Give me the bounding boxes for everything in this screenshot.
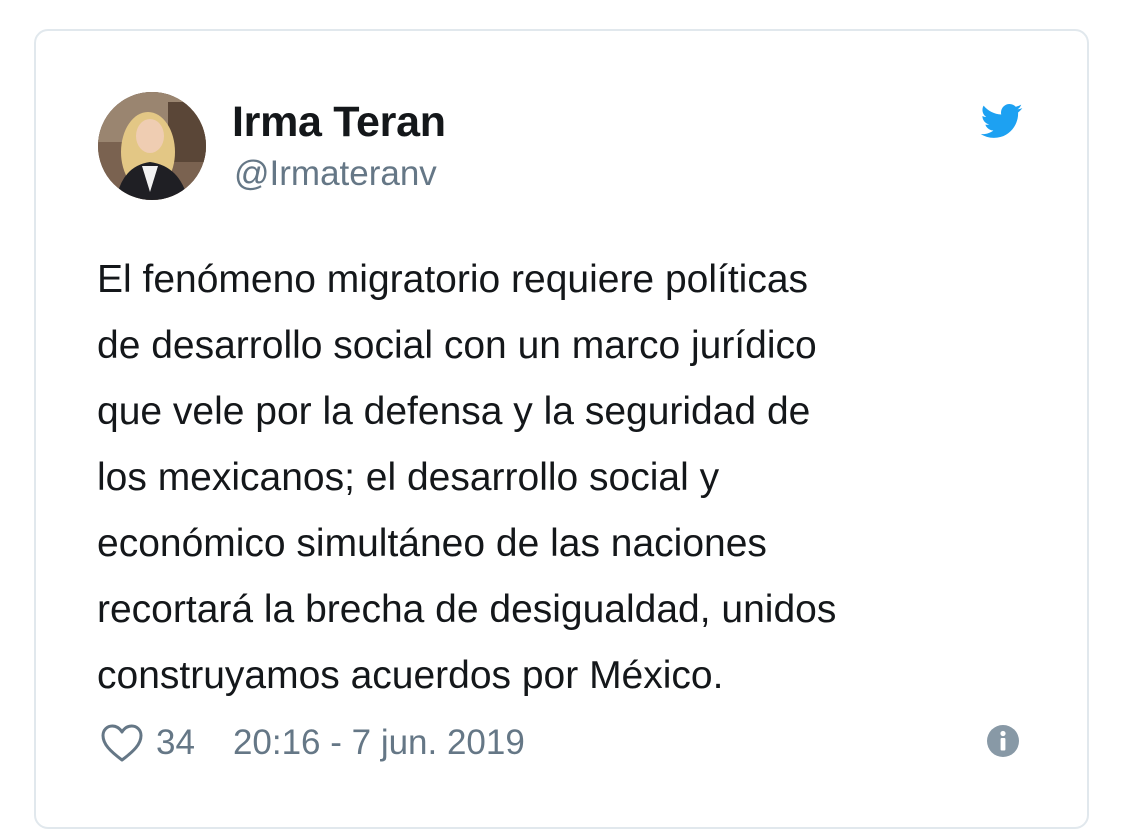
author-name[interactable]: Irma Teran bbox=[232, 97, 446, 147]
tweet-text-line: de desarrollo social con un marco jurídi… bbox=[97, 324, 817, 367]
tweet-footer: 34 20:16 - 7 jun. 2019 bbox=[100, 715, 525, 771]
tweet-timestamp[interactable]: 20:16 - 7 jun. 2019 bbox=[233, 722, 525, 764]
tweet-text: El fenómeno migratorio requiere política… bbox=[97, 247, 1047, 709]
avatar-image bbox=[98, 92, 206, 200]
tweet-text-line: recortará la brecha de desigualdad, unid… bbox=[97, 588, 837, 631]
author-handle[interactable]: @Irmateranv bbox=[234, 153, 437, 195]
like-count[interactable]: 34 bbox=[156, 722, 195, 764]
tweet-text-line: que vele por la defensa y la seguridad d… bbox=[97, 390, 811, 433]
tweet-card: Irma Teran @Irmateranv El fenómeno migra… bbox=[34, 29, 1089, 829]
tweet-text-line: económico simultáneo de las naciones bbox=[97, 522, 767, 565]
tweet-text-line: El fenómeno migratorio requiere política… bbox=[97, 258, 809, 301]
tweet-text-line: los mexicanos; el desarrollo social y bbox=[97, 456, 720, 499]
info-icon[interactable] bbox=[986, 724, 1020, 758]
tweet-text-line: construyamos acuerdos por México. bbox=[97, 654, 724, 697]
twitter-bird-icon[interactable] bbox=[974, 99, 1028, 143]
heart-icon[interactable] bbox=[100, 723, 144, 763]
avatar[interactable] bbox=[98, 92, 206, 200]
